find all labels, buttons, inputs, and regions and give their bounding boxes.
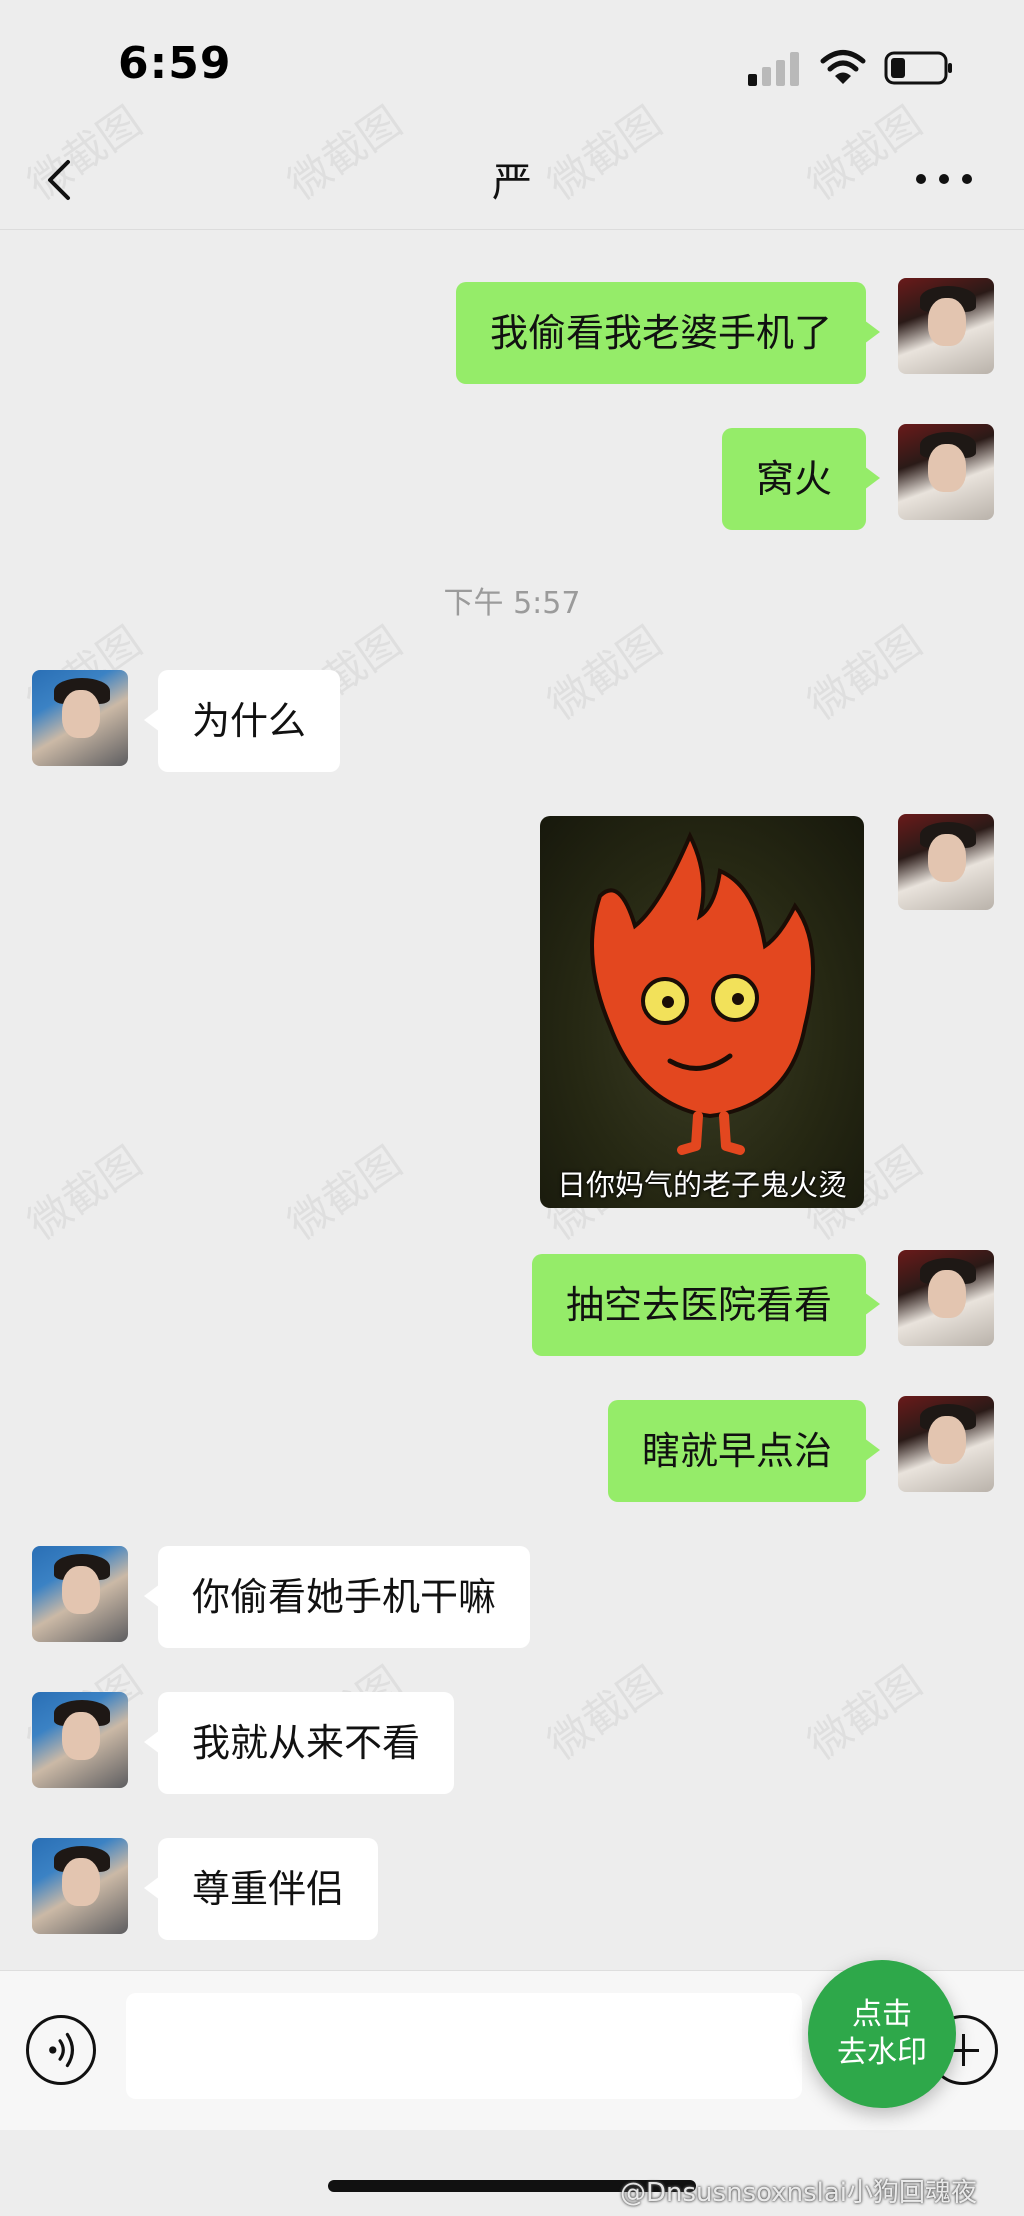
message-bubble[interactable]: 我偷看我老婆手机了 <box>455 282 881 384</box>
message-row: 瞎就早点治 <box>0 1396 1024 1510</box>
voice-icon[interactable] <box>26 2015 96 2085</box>
sticker-caption: 日你妈气的老子鬼火烫 <box>556 1168 847 1202</box>
remove-watermark-label-2: 去水印 <box>837 2035 927 2070</box>
message-row: 为什么 <box>0 670 1024 780</box>
message-bubble[interactable]: 为什么 <box>143 670 341 772</box>
message-row: 抽空去医院看看 <box>0 1250 1024 1364</box>
message-bubble[interactable]: 我就从来不看 <box>143 1692 455 1794</box>
remove-watermark-button[interactable]: 点击 去水印 <box>808 1960 956 2108</box>
message-bubble[interactable]: 你偷看她手机干嘛 <box>143 1546 531 1648</box>
sticker-image[interactable]: 日你妈气的老子鬼火烫 <box>540 816 864 1208</box>
avatar[interactable] <box>32 670 128 766</box>
avatar[interactable] <box>32 1692 128 1788</box>
message-input[interactable] <box>126 1993 802 2099</box>
message-row: 尊重伴侣 <box>0 1838 1024 1948</box>
message-bubble[interactable]: 尊重伴侣 <box>143 1838 379 1940</box>
avatar[interactable] <box>898 278 994 374</box>
signal-icon <box>748 52 802 86</box>
status-time: 6:59 <box>118 38 232 89</box>
status-bar: 6:59 <box>0 0 1024 130</box>
avatar[interactable] <box>898 424 994 520</box>
avatar[interactable] <box>898 1396 994 1492</box>
message-timestamp: 下午 5:57 <box>443 586 581 621</box>
message-row: 窝火 <box>0 424 1024 538</box>
watermark-text: 微截图 <box>279 1136 411 1250</box>
nav-bar: 严 <box>0 130 1024 230</box>
message-row: 你偷看她手机干嘛 <box>0 1546 1024 1656</box>
fire-character-illustration <box>590 831 815 1155</box>
watermark-text: 微截图 <box>19 1136 151 1250</box>
remove-watermark-label-1: 点击 <box>852 1997 912 2032</box>
message-bubble[interactable]: 抽空去医院看看 <box>531 1254 881 1356</box>
message-row: 我就从来不看 <box>0 1692 1024 1802</box>
avatar[interactable] <box>898 814 994 910</box>
message-row: 我偷看我老婆手机了 <box>0 278 1024 392</box>
wifi-icon <box>820 50 866 84</box>
source-credit: @Dnsusnsoxnslai小狗回魂夜 <box>620 2178 977 2208</box>
chat-title: 严 <box>492 160 532 206</box>
chat-screen: 微截图 微截图 微截图 微截图 微截图 微截图 微截图 微截图 微截图 微截图 … <box>0 0 1024 2216</box>
more-dots-icon[interactable] <box>916 166 972 194</box>
avatar[interactable] <box>898 1250 994 1346</box>
avatar[interactable] <box>32 1838 128 1934</box>
battery-icon <box>884 51 952 85</box>
avatar[interactable] <box>32 1546 128 1642</box>
message-bubble[interactable]: 瞎就早点治 <box>607 1400 881 1502</box>
message-bubble[interactable]: 窝火 <box>721 428 881 530</box>
